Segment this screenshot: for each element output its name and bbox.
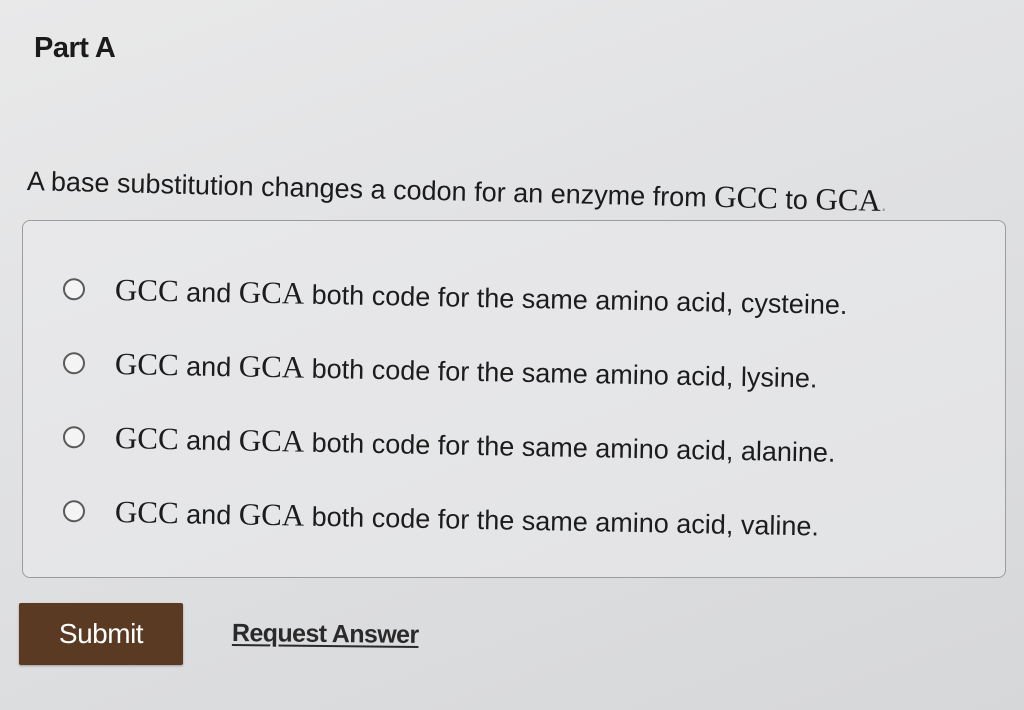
option-codon-a: GCC [114,420,180,457]
radio-button[interactable] [62,352,86,375]
option-text: GCC and GCA both code for the same amino… [115,494,820,544]
option-text: GCC and GCA both code for the same amino… [115,420,836,470]
option-and: and [178,277,240,309]
option-codon-b: GCA [238,274,305,311]
option-codon-a: GCC [114,494,180,531]
question-suffix: . [880,190,888,217]
option-and: and [178,351,240,383]
option-description: both code for the same amino acid, cyste… [303,279,848,321]
option-codon-b: GCA [238,496,305,533]
option-codon-a: GCC [114,272,180,309]
codon-from: GCC [713,178,779,216]
option-codon-b: GCA [238,348,305,385]
option-valine[interactable]: GCC and GCA both code for the same amino… [62,493,820,544]
option-description: both code for the same amino acid, valin… [303,501,820,542]
option-codon-b: GCA [238,422,305,459]
question-prefix: A base substitution changes a codon for … [26,166,715,213]
radio-button[interactable] [62,426,86,449]
radio-button[interactable] [62,278,86,301]
question-middle: to [777,184,816,216]
option-alanine[interactable]: GCC and GCA both code for the same amino… [62,419,836,470]
option-text: GCC and GCA both code for the same amino… [115,346,818,395]
request-answer-link[interactable]: Request Answer [232,619,419,650]
option-text: GCC and GCA both code for the same amino… [115,272,848,322]
codon-to: GCA [815,181,882,218]
option-and: and [178,499,240,531]
radio-button[interactable] [62,500,86,523]
option-codon-a: GCC [114,346,180,383]
question-prompt: A base substitution changes a codon for … [27,162,888,219]
option-cysteine[interactable]: GCC and GCA both code for the same amino… [62,271,848,322]
submit-button[interactable]: Submit [19,603,183,665]
part-title: Part A [34,32,116,64]
option-description: both code for the same amino acid, alani… [303,427,836,468]
option-description: both code for the same amino acid, lysin… [303,353,818,394]
option-lysine[interactable]: GCC and GCA both code for the same amino… [62,345,818,395]
answer-options-box: GCC and GCA both code for the same amino… [22,220,1006,578]
option-and: and [178,425,240,457]
